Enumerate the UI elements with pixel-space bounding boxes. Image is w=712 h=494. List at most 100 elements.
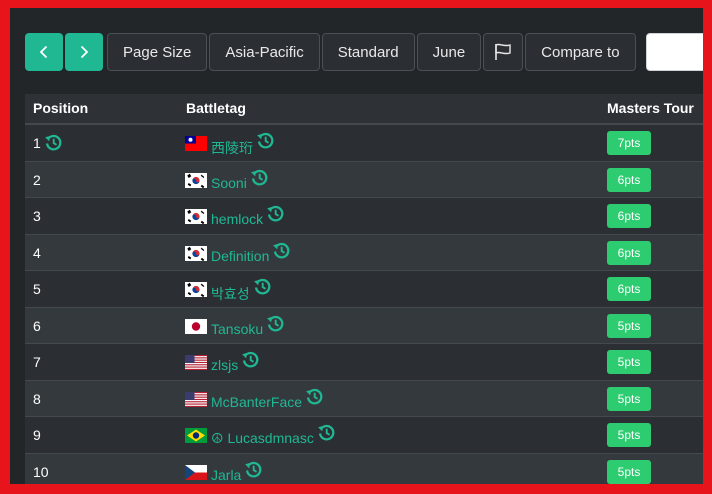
history-icon[interactable] bbox=[253, 277, 272, 296]
points-badge: 6pts bbox=[607, 167, 651, 192]
battletag-cell: McBanterFace bbox=[185, 387, 324, 410]
table-row: 4 Definition 6pts bbox=[25, 233, 703, 270]
player-link[interactable]: Definition bbox=[211, 248, 269, 264]
row-position: 7 bbox=[33, 354, 41, 370]
points-badge: 5pts bbox=[607, 386, 651, 411]
row-position: 4 bbox=[33, 245, 41, 261]
table-row: 2 Sooni 6pts bbox=[25, 160, 703, 197]
header-masters-tour: Masters Tour bbox=[607, 100, 694, 116]
row-position: 2 bbox=[33, 172, 41, 188]
position-value: 7 bbox=[33, 354, 41, 370]
battletag-cell: 西陵珩 bbox=[185, 131, 275, 158]
history-icon[interactable] bbox=[244, 460, 263, 479]
points-badge: 5pts bbox=[607, 459, 651, 484]
points-badge: 6pts bbox=[607, 204, 651, 228]
chevron-right-icon bbox=[80, 45, 89, 59]
format-button[interactable]: Standard bbox=[321, 33, 415, 71]
south-korea-flag-icon bbox=[185, 172, 207, 188]
position-value: 2 bbox=[33, 171, 41, 188]
player-link[interactable]: 西陵珩 bbox=[211, 138, 253, 158]
position-value: 3 bbox=[33, 208, 41, 224]
month-button[interactable]: June bbox=[416, 33, 482, 71]
south-korea-flag-icon bbox=[185, 209, 207, 224]
points-badge: 5pts bbox=[607, 350, 651, 374]
player-link[interactable]: Sooni bbox=[211, 175, 247, 191]
player-link[interactable]: McBanterFace bbox=[211, 394, 302, 410]
player-link[interactable]: Tansoku bbox=[211, 321, 263, 337]
usa-flag-icon bbox=[185, 355, 207, 370]
history-icon[interactable] bbox=[44, 133, 63, 152]
page-size-button[interactable]: Page Size bbox=[107, 33, 208, 71]
history-icon[interactable] bbox=[250, 168, 269, 187]
region-button[interactable]: Asia-Pacific bbox=[209, 33, 320, 71]
table-row: 3 hemlock 6pts bbox=[25, 197, 703, 234]
battletag-cell: Tansoku bbox=[185, 314, 285, 337]
table-header: Position Battletag Masters Tour bbox=[25, 94, 703, 124]
south-korea-flag-icon bbox=[185, 245, 207, 261]
player-link[interactable]: ☮ Lucasdmnasc bbox=[211, 430, 314, 447]
battletag-cell: Sooni bbox=[185, 168, 269, 191]
table-row: 9 ☮ Lucasdmnasc 5pts bbox=[25, 416, 703, 453]
position-value: 6 bbox=[33, 317, 41, 334]
usa-flag-icon bbox=[185, 391, 207, 407]
player-link[interactable]: hemlock bbox=[211, 211, 263, 227]
taiwan-flag-icon bbox=[185, 136, 207, 151]
position-value: 9 bbox=[33, 427, 41, 443]
points-badge: 5pts bbox=[607, 423, 651, 447]
battletag-cell: ☮ Lucasdmnasc bbox=[185, 423, 336, 447]
next-button[interactable] bbox=[65, 33, 103, 71]
row-position: 9 bbox=[33, 427, 41, 443]
table-row: 10 Jarla 5pts bbox=[25, 452, 703, 484]
history-icon[interactable] bbox=[272, 241, 291, 260]
compare-to-button[interactable]: Compare to bbox=[525, 33, 636, 71]
table-row: 5 박효성 6pts bbox=[25, 270, 703, 307]
row-position: 8 bbox=[33, 391, 41, 407]
points-badge: 6pts bbox=[607, 240, 651, 265]
player-link[interactable]: zlsjs bbox=[211, 357, 238, 373]
points-badge: 6pts bbox=[607, 277, 651, 301]
position-value: 4 bbox=[33, 244, 41, 261]
leaderboard-table: Position Battletag Masters Tour 1 西陵珩 7pts… bbox=[25, 94, 703, 484]
country-filter-button[interactable] bbox=[483, 33, 524, 71]
flag-icon bbox=[495, 43, 511, 60]
table-row: 6 Tansoku 5pts bbox=[25, 306, 703, 343]
position-value: 1 bbox=[33, 135, 41, 151]
row-position: 1 bbox=[33, 133, 63, 152]
history-icon[interactable] bbox=[256, 131, 275, 150]
history-icon[interactable] bbox=[266, 204, 285, 223]
history-icon[interactable] bbox=[305, 387, 324, 406]
row-position: 10 bbox=[33, 464, 49, 480]
compare-to-input[interactable] bbox=[645, 33, 703, 71]
battletag-cell: Definition bbox=[185, 241, 291, 264]
points-badge: 5pts bbox=[607, 313, 651, 338]
app-frame: Page Size Asia-Pacific Standard June Com… bbox=[10, 8, 703, 484]
czechia-flag-icon bbox=[185, 464, 207, 480]
history-icon[interactable] bbox=[266, 314, 285, 333]
chevron-left-icon bbox=[39, 45, 48, 59]
battletag-cell: hemlock bbox=[185, 204, 285, 227]
south-korea-flag-icon bbox=[185, 282, 207, 297]
history-icon[interactable] bbox=[241, 350, 260, 369]
battletag-cell: 박효성 bbox=[185, 277, 272, 304]
toolbar: Page Size Asia-Pacific Standard June Com… bbox=[25, 33, 703, 71]
row-position: 6 bbox=[33, 318, 41, 334]
history-icon[interactable] bbox=[317, 423, 336, 442]
table-row: 1 西陵珩 7pts bbox=[25, 124, 703, 161]
header-battletag: Battletag bbox=[186, 100, 246, 116]
position-value: 8 bbox=[33, 390, 41, 407]
row-position: 5 bbox=[33, 281, 41, 297]
battletag-cell: Jarla bbox=[185, 460, 263, 483]
brazil-flag-icon bbox=[185, 428, 207, 443]
position-value: 10 bbox=[33, 463, 49, 480]
player-link[interactable]: 박효성 bbox=[211, 284, 250, 304]
japan-flag-icon bbox=[185, 318, 207, 334]
battletag-cell: zlsjs bbox=[185, 350, 260, 373]
header-position: Position bbox=[33, 100, 89, 116]
points-badge: 7pts bbox=[607, 131, 651, 155]
player-link[interactable]: Jarla bbox=[211, 467, 241, 483]
position-value: 5 bbox=[33, 281, 41, 297]
table-row: 7 zlsjs 5pts bbox=[25, 343, 703, 380]
table-row: 8 McBanterFace 5pts bbox=[25, 379, 703, 416]
row-position: 3 bbox=[33, 208, 41, 224]
prev-button[interactable] bbox=[25, 33, 63, 71]
